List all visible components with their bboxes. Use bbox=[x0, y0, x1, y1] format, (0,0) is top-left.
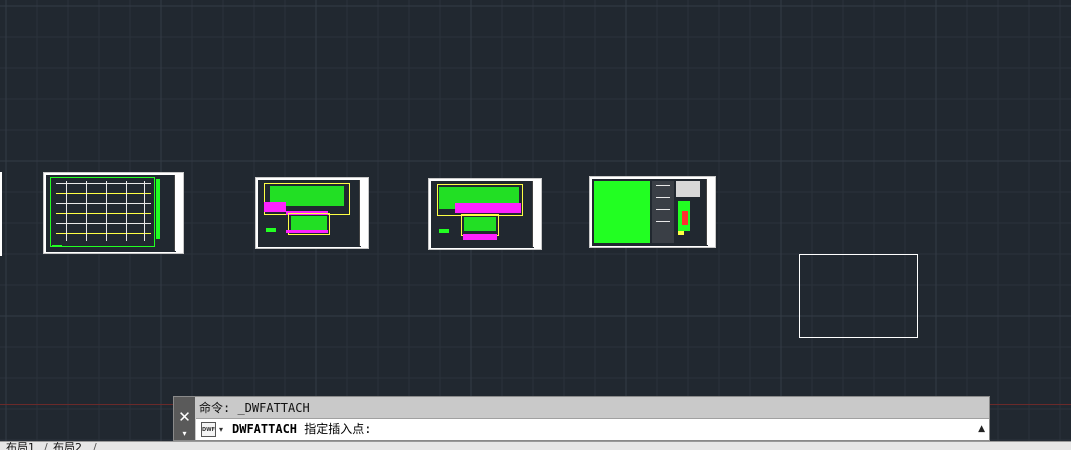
command-prompt: DWFATTACH 指定插入点: bbox=[232, 419, 372, 440]
tab-separator: / bbox=[44, 441, 48, 450]
dwf-sheet-3[interactable] bbox=[428, 178, 542, 250]
command-line-panel: ✕ ▾ 命令: _DWFATTACH DWF ▾ DWFATTACH 指定插入点… bbox=[173, 396, 990, 441]
dwf-sheet-1[interactable] bbox=[43, 172, 184, 254]
partial-drawing-edge bbox=[0, 172, 2, 256]
dwf-insert-preview-frame bbox=[799, 254, 918, 338]
command-line-grip[interactable]: ✕ ▾ bbox=[174, 397, 195, 440]
prompt-text: 指定插入点: bbox=[304, 422, 372, 436]
prompt-command: DWFATTACH bbox=[232, 422, 298, 436]
chevron-down-icon[interactable]: ▾ bbox=[219, 422, 223, 437]
dwf-sheet-4[interactable] bbox=[589, 176, 716, 248]
close-icon[interactable]: ✕ bbox=[176, 409, 193, 426]
triangle-up-icon[interactable]: ▲ bbox=[978, 423, 985, 435]
command-history: 命令: _DWFATTACH bbox=[199, 401, 310, 415]
layout-tab-bar: 布局1 / 布局2 / bbox=[0, 441, 1071, 450]
command-input[interactable]: DWF ▾ DWFATTACH 指定插入点: ▲ bbox=[196, 418, 989, 440]
tab-separator: / bbox=[93, 441, 97, 450]
tab-layout1[interactable]: 布局1 bbox=[6, 442, 35, 450]
tab-layout2[interactable]: 布局2 bbox=[53, 442, 82, 450]
dwf-sheet-2[interactable] bbox=[255, 177, 369, 249]
wrench-icon[interactable]: ▾ bbox=[178, 429, 191, 439]
dwf-file-icon[interactable]: DWF bbox=[201, 422, 216, 437]
